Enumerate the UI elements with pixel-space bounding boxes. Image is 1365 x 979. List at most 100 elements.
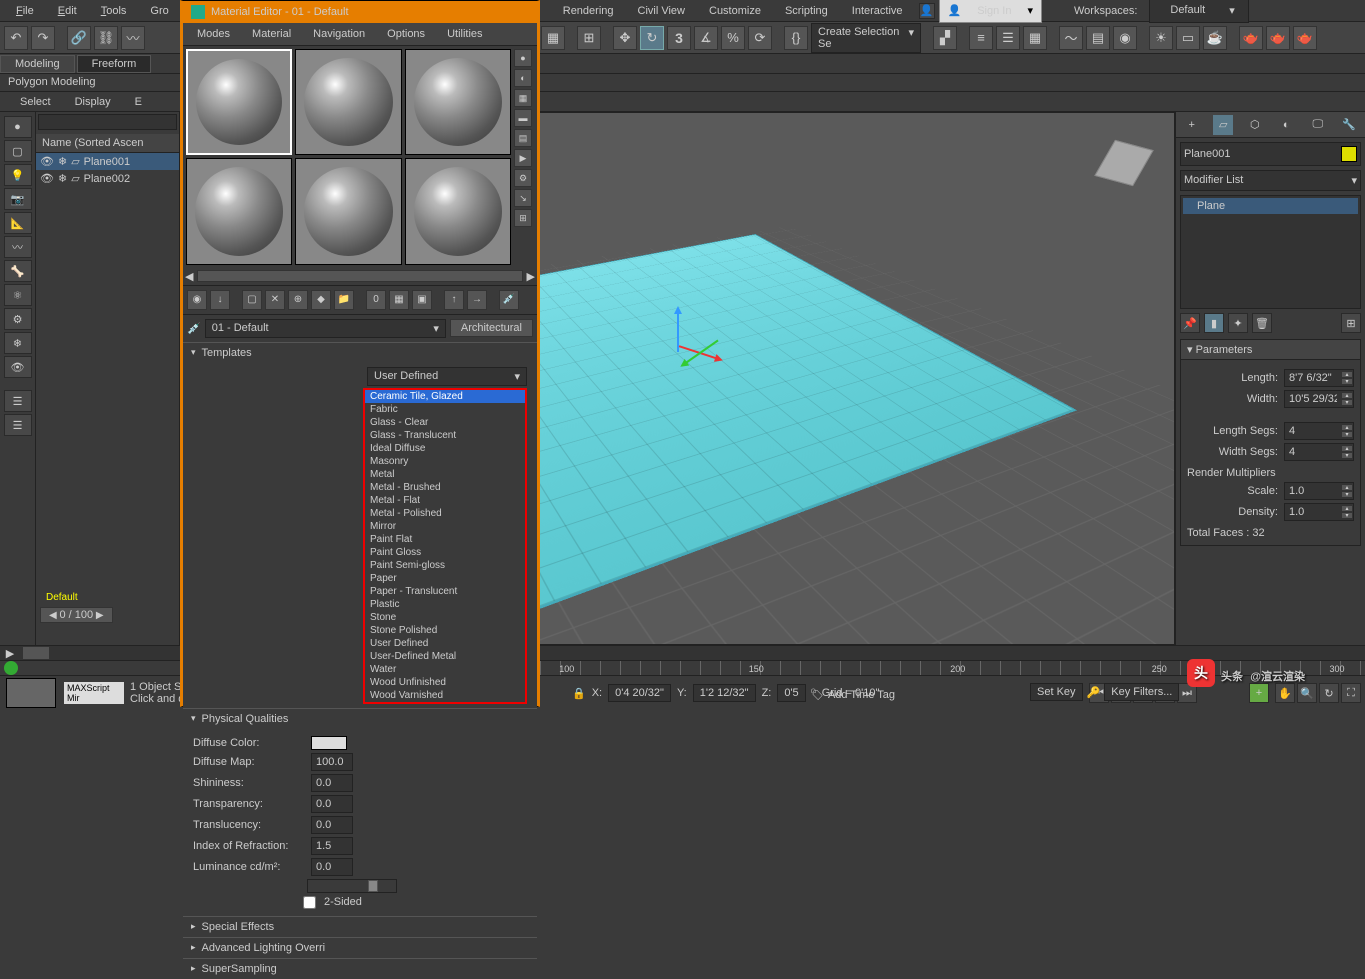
gear-icon[interactable]: ⚙ (4, 308, 32, 330)
render-setup[interactable]: ☀ (1149, 26, 1173, 50)
modifier-plane[interactable]: Plane (1183, 198, 1358, 214)
configure-modifier-icon[interactable]: ⊞ (1341, 313, 1361, 333)
freeze-icon[interactable]: ❄ (58, 155, 67, 168)
wave-icon[interactable] (4, 661, 18, 675)
mat-material[interactable]: Material (242, 26, 301, 42)
lock-icon[interactable]: 🔒 (572, 687, 586, 700)
dd-ceramic-tile[interactable]: Ceramic Tile, Glazed (365, 390, 525, 403)
scene-search[interactable] (38, 114, 177, 130)
teapot-icon[interactable]: 🫖 (1239, 26, 1263, 50)
diffuse-map-value[interactable]: 100.0 (311, 753, 353, 771)
material-type-button[interactable]: Architectural (450, 319, 533, 337)
tab-display[interactable]: 🖵 (1308, 115, 1328, 135)
object-name-field[interactable] (1180, 142, 1361, 166)
advanced-lighting-rollout[interactable]: Advanced Lighting Overri (183, 938, 537, 958)
signin-icon[interactable]: 👤 (919, 3, 935, 19)
dd-item[interactable]: Glass - Translucent (365, 429, 525, 442)
luminance-slider[interactable] (307, 879, 397, 893)
visibility-icon[interactable]: 👁 (40, 172, 54, 185)
remove-modifier-icon[interactable]: 🗑 (1252, 313, 1272, 333)
y-coord[interactable]: 1'2 12/32" (693, 684, 756, 702)
get-material-icon[interactable]: ◉ (187, 290, 207, 310)
templates-rollout[interactable]: Templates (183, 343, 537, 363)
translucency-value[interactable]: 0.0 (311, 816, 353, 834)
menu-interactive[interactable]: Interactive (840, 2, 915, 20)
tab-freeform[interactable]: Freeform (77, 55, 152, 73)
light-icon[interactable]: 💡 (4, 164, 32, 186)
assign-material-icon[interactable]: ▢ (242, 290, 262, 310)
eye-icon[interactable]: 👁 (4, 356, 32, 378)
tab-modeling[interactable]: Modeling (0, 55, 75, 73)
tab-create[interactable]: + (1182, 115, 1202, 135)
scale-button[interactable]: 3 (667, 26, 691, 50)
orbit-icon[interactable]: ↻ (1319, 683, 1339, 703)
templates-dropdown-list[interactable]: Ceramic Tile, Glazed FabricGlass - Clear… (363, 388, 527, 704)
visibility-icon[interactable]: 👁 (40, 155, 54, 168)
wave-icon[interactable]: 〰 (4, 236, 32, 258)
make-preview-icon[interactable]: ▶ (514, 149, 532, 167)
user-defined-dropdown[interactable]: User Defined▾ (367, 367, 527, 386)
undo-button[interactable]: ↶ (4, 26, 28, 50)
scale-spinner[interactable]: ▴▾ (1284, 482, 1354, 500)
redo-button[interactable]: ↷ (31, 26, 55, 50)
selection-lock[interactable]: {} (784, 26, 808, 50)
material-editor-titlebar[interactable]: Material Editor - 01 - Default (183, 1, 537, 23)
camera-icon[interactable]: 📷 (4, 188, 32, 210)
selection-set-dropdown[interactable]: Create Selection Se▾ (811, 23, 921, 53)
align-button[interactable]: ⊞ (577, 26, 601, 50)
dd-item[interactable]: Metal - Brushed (365, 481, 525, 494)
sample-uv-icon[interactable]: ▬ (514, 109, 532, 127)
signin-button[interactable]: 👤 Sign In ▾ (939, 0, 1042, 23)
curve-editor[interactable]: 〜 (1059, 26, 1083, 50)
dd-item[interactable]: Stone (365, 611, 525, 624)
link-button[interactable]: 🔗 (67, 26, 91, 50)
menu-group[interactable]: Gro (138, 2, 180, 20)
sample-scrollbar[interactable]: ◀▶ (183, 268, 537, 285)
dd-item[interactable]: Paper - Translucent (365, 585, 525, 598)
diffuse-color-swatch[interactable] (311, 736, 347, 750)
special-effects-rollout[interactable]: Special Effects (183, 917, 537, 937)
freeze-icon[interactable]: ❄ (58, 172, 67, 185)
show-map-icon[interactable]: ▦ (389, 290, 409, 310)
pick-icon[interactable]: 💉 (499, 290, 519, 310)
put-scene-icon[interactable]: ↓ (210, 290, 230, 310)
viewcube[interactable] (1094, 133, 1154, 193)
angle-snap[interactable]: ∡ (694, 26, 718, 50)
spinner-snap[interactable]: ⟳ (748, 26, 772, 50)
dd-item[interactable]: Paint Semi-gloss (365, 559, 525, 572)
teapot3-icon[interactable]: 🫖 (1293, 26, 1317, 50)
workspaces-dropdown[interactable]: Default▾ (1149, 0, 1249, 23)
menu-customize[interactable]: Customize (697, 2, 773, 20)
dd-item[interactable]: Wood Varnished (365, 689, 525, 702)
x-coord[interactable]: 0'4 20/32" (608, 684, 671, 702)
layers-button[interactable]: ☰ (996, 26, 1020, 50)
modifier-list-dropdown[interactable]: Modifier List▾ (1180, 170, 1361, 191)
dd-item[interactable]: Plastic (365, 598, 525, 611)
dd-item[interactable]: Masonry (365, 455, 525, 468)
scene-item-plane002[interactable]: 👁❄ ▱ Plane002 (36, 170, 179, 187)
tab-hierarchy[interactable]: ⬡ (1245, 115, 1265, 135)
list2-icon[interactable]: ☰ (4, 414, 32, 436)
maximize-icon[interactable]: ⛶ (1341, 683, 1361, 703)
show-end-icon[interactable]: ▣ (412, 290, 432, 310)
dd-item[interactable]: Metal - Flat (365, 494, 525, 507)
sample-slot-6[interactable] (405, 158, 511, 264)
go-forward-icon[interactable]: → (467, 290, 487, 310)
background-icon[interactable]: ▦ (514, 89, 532, 107)
dd-item[interactable]: Ideal Diffuse (365, 442, 525, 455)
put-library-icon[interactable]: 📁 (334, 290, 354, 310)
sample-slot-2[interactable] (295, 49, 401, 155)
teapot2-icon[interactable]: 🫖 (1266, 26, 1290, 50)
tab-utilities[interactable]: 🔧 (1339, 115, 1359, 135)
atom-icon[interactable]: ⚛ (4, 284, 32, 306)
shininess-value[interactable]: 0.0 (311, 774, 353, 792)
pin-stack-icon[interactable]: 📌 (1180, 313, 1200, 333)
keyfilters-button[interactable]: Key Filters... (1104, 683, 1179, 701)
go-parent-icon[interactable]: ↑ (444, 290, 464, 310)
unlink-button[interactable]: ⛓ (94, 26, 118, 50)
key-icon[interactable]: 🔑 (1087, 686, 1101, 699)
scene-item-plane001[interactable]: 👁❄ ▱ Plane001 (36, 153, 179, 170)
dd-item[interactable]: Metal - Polished (365, 507, 525, 520)
density-spinner[interactable]: ▴▾ (1284, 503, 1354, 521)
width-spinner[interactable]: ▴▾ (1284, 390, 1354, 408)
